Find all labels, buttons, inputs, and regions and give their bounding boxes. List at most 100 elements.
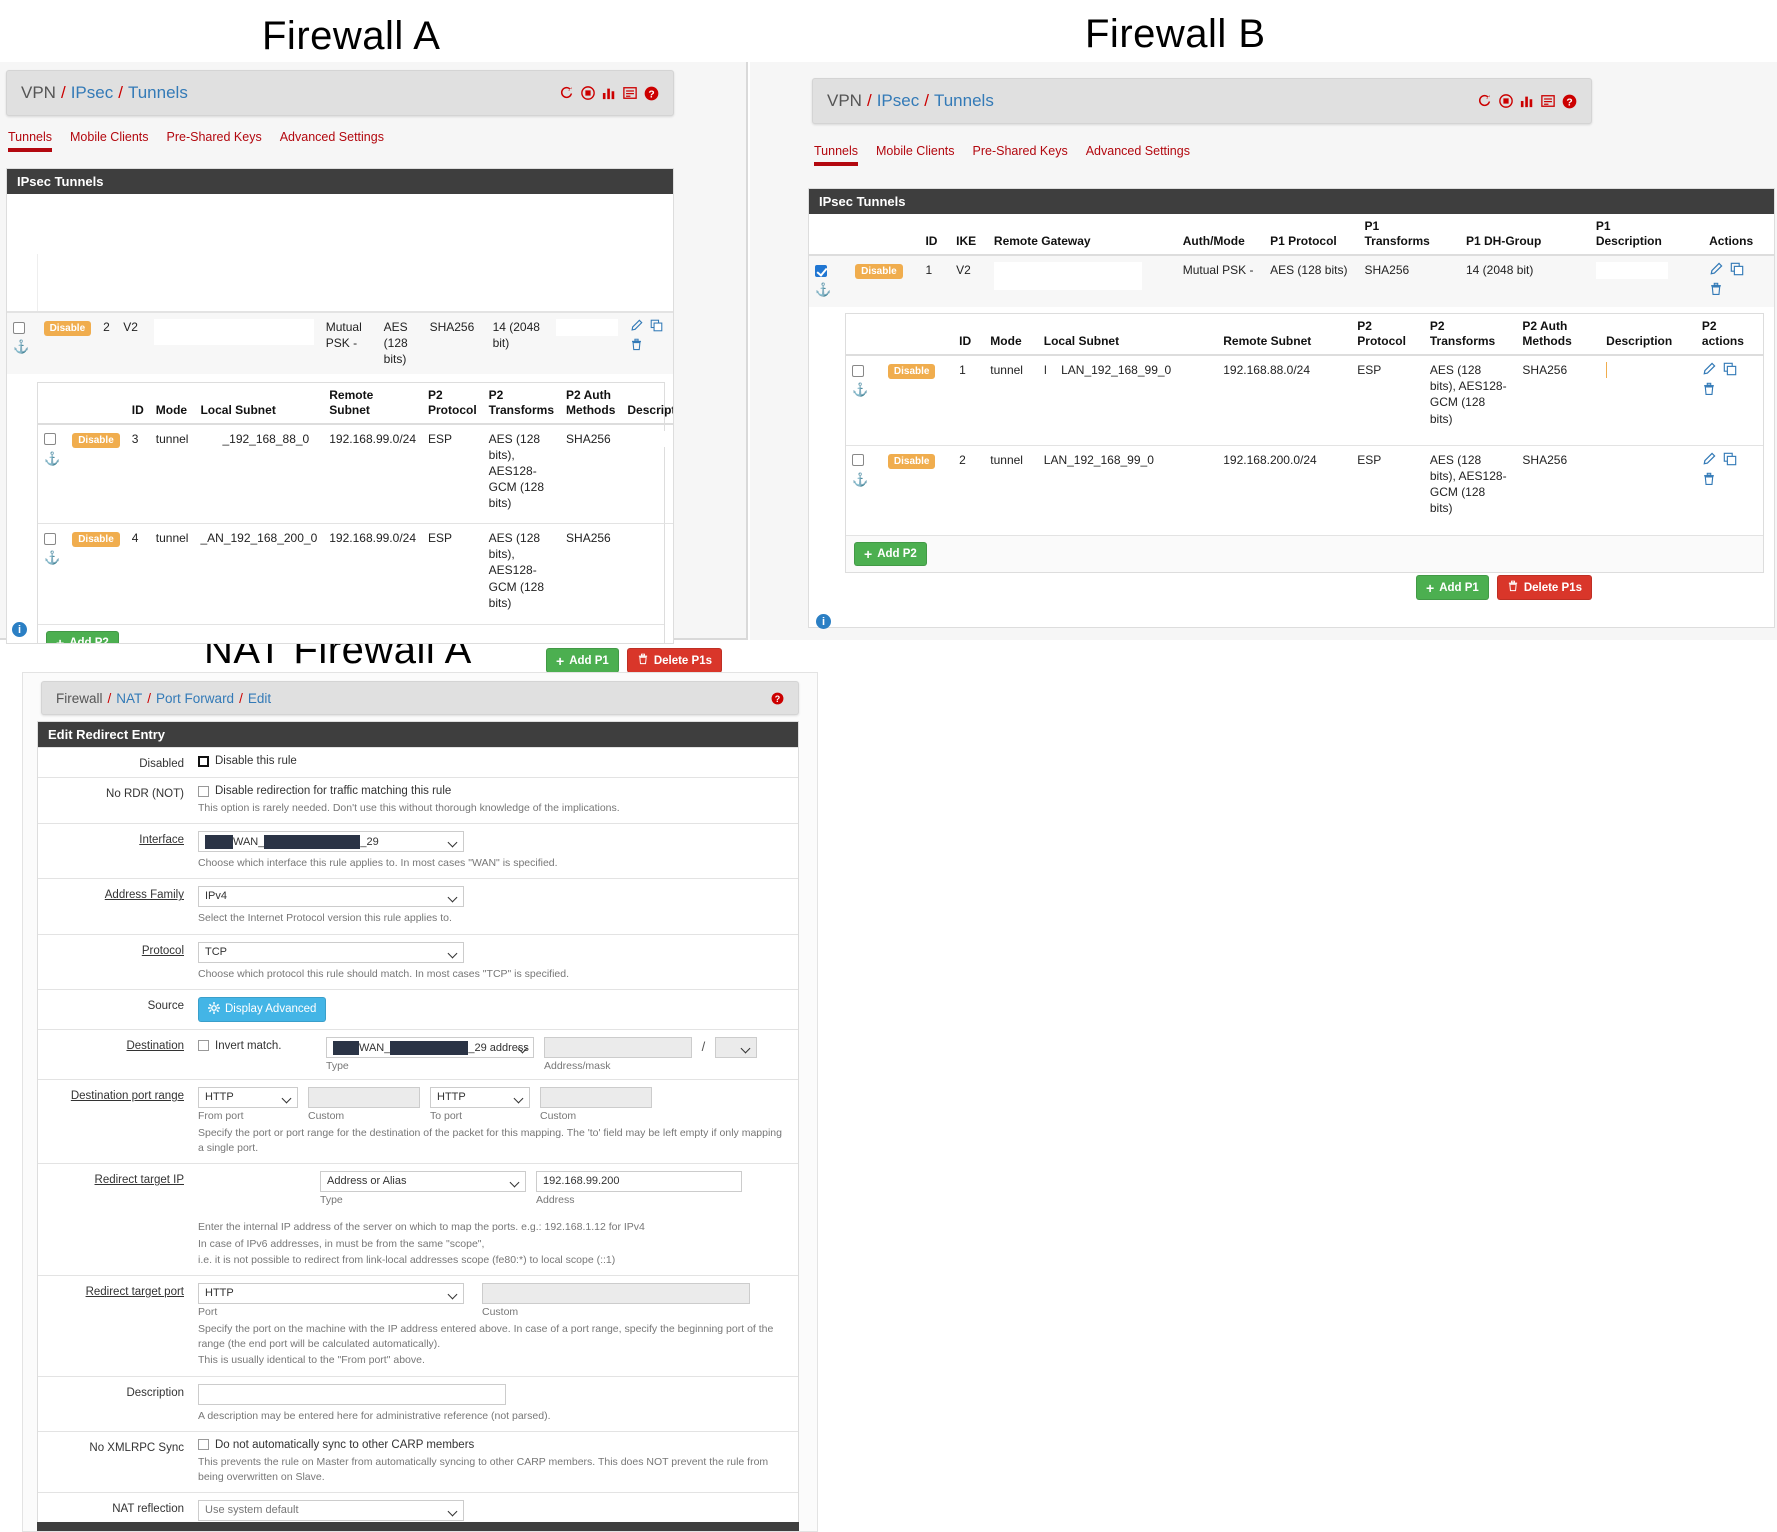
edit-pencil-icon[interactable]: [1709, 262, 1723, 276]
add-p1-button[interactable]: + Add P1: [1416, 575, 1489, 600]
p2-disable-badge[interactable]: Disable: [72, 532, 120, 548]
p2-local-subnet: LAN_192_168_99_0: [1037, 444, 1218, 535]
edit-pencil-icon[interactable]: [630, 319, 643, 332]
copy-icon[interactable]: [1730, 262, 1744, 276]
record-icon[interactable]: [1499, 94, 1513, 108]
restart-icon[interactable]: [1477, 94, 1492, 109]
delete-trash-icon[interactable]: [1709, 282, 1764, 296]
log-list-icon[interactable]: [623, 86, 637, 100]
checkbox-box[interactable]: [198, 755, 209, 767]
destination-address-input[interactable]: [544, 1036, 692, 1058]
breadcrumb-vpn[interactable]: VPN: [827, 91, 862, 111]
anchor-icon[interactable]: ⚓: [852, 471, 876, 489]
tab-mobile-clients[interactable]: Mobile Clients: [876, 144, 955, 164]
delete-trash-icon[interactable]: [630, 338, 663, 351]
p1-select-checkbox[interactable]: [13, 321, 25, 334]
protocol-select[interactable]: TCP: [198, 941, 464, 963]
breadcrumb-firewall[interactable]: Firewall: [56, 691, 103, 706]
tab-tunnels[interactable]: Tunnels: [8, 130, 53, 152]
description-input[interactable]: [198, 1383, 506, 1405]
help-icon[interactable]: ?: [771, 692, 784, 705]
p2-select-checkbox[interactable]: [852, 364, 864, 377]
p1-disable-badge[interactable]: Disable: [43, 321, 92, 336]
p1-action-buttons-a: + Add P1 Delete P1s: [546, 648, 722, 673]
copy-icon[interactable]: [650, 319, 663, 332]
p1-table-scroll-region[interactable]: [7, 194, 673, 312]
add-p2-button[interactable]: + Add P2: [46, 630, 119, 643]
anchor-icon[interactable]: ⚓: [815, 281, 843, 299]
record-icon[interactable]: [581, 86, 595, 100]
p2-select-checkbox[interactable]: [44, 532, 56, 545]
anchor-icon[interactable]: ⚓: [852, 381, 876, 399]
interface-redaction-mid: [264, 835, 361, 850]
p2-col-remote-subnet: Remote Subnet: [323, 382, 422, 425]
breadcrumb-nat[interactable]: NAT: [116, 691, 142, 706]
interface-select[interactable]: WAN_ _29: [198, 831, 464, 853]
p2-disable-badge[interactable]: Disable: [72, 432, 120, 448]
p2-disable-badge[interactable]: Disable: [887, 364, 936, 379]
restart-icon[interactable]: [559, 86, 574, 101]
checkbox-box[interactable]: [198, 1439, 209, 1451]
destination-mask-select[interactable]: [714, 1036, 757, 1058]
destination-type-select[interactable]: WAN_ _29 address: [326, 1036, 534, 1058]
no-xmlrpc-sync-checkbox[interactable]: Do not automatically sync to other CARP …: [198, 1439, 786, 1451]
disable-this-rule-checkbox[interactable]: Disable this rule: [198, 755, 786, 767]
to-port-select[interactable]: HTTP: [430, 1086, 530, 1108]
tab-pre-shared-keys[interactable]: Pre-Shared Keys: [973, 144, 1068, 164]
breadcrumb-tunnels[interactable]: Tunnels: [128, 83, 188, 103]
invert-match-checkbox[interactable]: Invert match.: [198, 1037, 316, 1052]
from-port-select[interactable]: HTTP: [198, 1086, 298, 1108]
help-icon[interactable]: ?: [1562, 94, 1577, 109]
checkbox-box[interactable]: [198, 785, 209, 797]
redirect-target-port-select[interactable]: HTTP: [198, 1282, 464, 1304]
edit-pencil-icon[interactable]: [1702, 362, 1716, 376]
breadcrumb-vpn[interactable]: VPN: [21, 83, 56, 103]
copy-icon[interactable]: [1723, 452, 1737, 466]
p2-disable-badge[interactable]: Disable: [887, 453, 936, 469]
delete-trash-icon[interactable]: [1702, 382, 1753, 396]
add-p2-button[interactable]: + Add P2: [854, 542, 927, 566]
chart-bar-icon[interactable]: [602, 86, 616, 100]
p1-disable-badge[interactable]: Disable: [855, 264, 903, 279]
no-rdr-checkbox[interactable]: Disable redirection for traffic matching…: [198, 785, 786, 797]
address-family-select[interactable]: IPv4: [198, 886, 464, 908]
breadcrumb-edit[interactable]: Edit: [248, 691, 271, 706]
edit-pencil-icon[interactable]: [1702, 452, 1716, 466]
log-list-icon[interactable]: [1541, 94, 1555, 108]
breadcrumb-port-forward[interactable]: Port Forward: [156, 691, 234, 706]
redirect-target-type-select[interactable]: Address or Alias: [320, 1171, 526, 1193]
delete-p1s-button[interactable]: Delete P1s: [626, 648, 722, 673]
p2-select-checkbox[interactable]: [852, 454, 864, 467]
p2-select-checkbox[interactable]: [44, 433, 56, 446]
anchor-icon[interactable]: ⚓: [44, 549, 60, 567]
p2-col-description: Description: [1600, 314, 1696, 356]
p2-transforms: AES (128 bits), AES128-GCM (128 bits): [1423, 444, 1517, 535]
nat-reflection-select[interactable]: Use system default: [198, 1500, 464, 1522]
anchor-icon[interactable]: ⚓: [44, 450, 60, 468]
to-port-custom-input[interactable]: [540, 1086, 652, 1108]
p1-select-checkbox[interactable]: [815, 264, 827, 277]
p1-protocol: AES (128 bits): [1264, 254, 1359, 307]
info-icon-a[interactable]: i: [12, 622, 27, 637]
tab-pre-shared-keys[interactable]: Pre-Shared Keys: [167, 130, 262, 150]
chart-bar-icon[interactable]: [1520, 94, 1534, 108]
breadcrumb-ipsec[interactable]: IPsec: [71, 83, 114, 103]
redirect-target-address-input[interactable]: 192.168.99.200: [536, 1171, 742, 1193]
display-advanced-button[interactable]: Display Advanced: [198, 996, 327, 1022]
tab-mobile-clients[interactable]: Mobile Clients: [70, 130, 149, 150]
breadcrumb-ipsec[interactable]: IPsec: [877, 91, 920, 111]
tab-advanced-settings[interactable]: Advanced Settings: [1086, 144, 1190, 164]
tab-advanced-settings[interactable]: Advanced Settings: [280, 130, 384, 150]
from-port-custom-input[interactable]: [308, 1086, 420, 1108]
info-icon-b[interactable]: i: [816, 614, 831, 629]
copy-icon[interactable]: [1723, 362, 1737, 376]
checkbox-box[interactable]: [198, 1040, 209, 1052]
redirect-target-port-custom-input[interactable]: [482, 1282, 750, 1304]
add-p1-button[interactable]: + Add P1: [546, 648, 619, 673]
delete-trash-icon[interactable]: [1702, 472, 1753, 486]
breadcrumb-tunnels[interactable]: Tunnels: [934, 91, 994, 111]
tab-tunnels[interactable]: Tunnels: [814, 144, 859, 166]
anchor-icon[interactable]: ⚓: [13, 338, 32, 356]
delete-p1s-button[interactable]: Delete P1s: [1496, 575, 1592, 600]
help-icon[interactable]: ?: [644, 86, 659, 101]
